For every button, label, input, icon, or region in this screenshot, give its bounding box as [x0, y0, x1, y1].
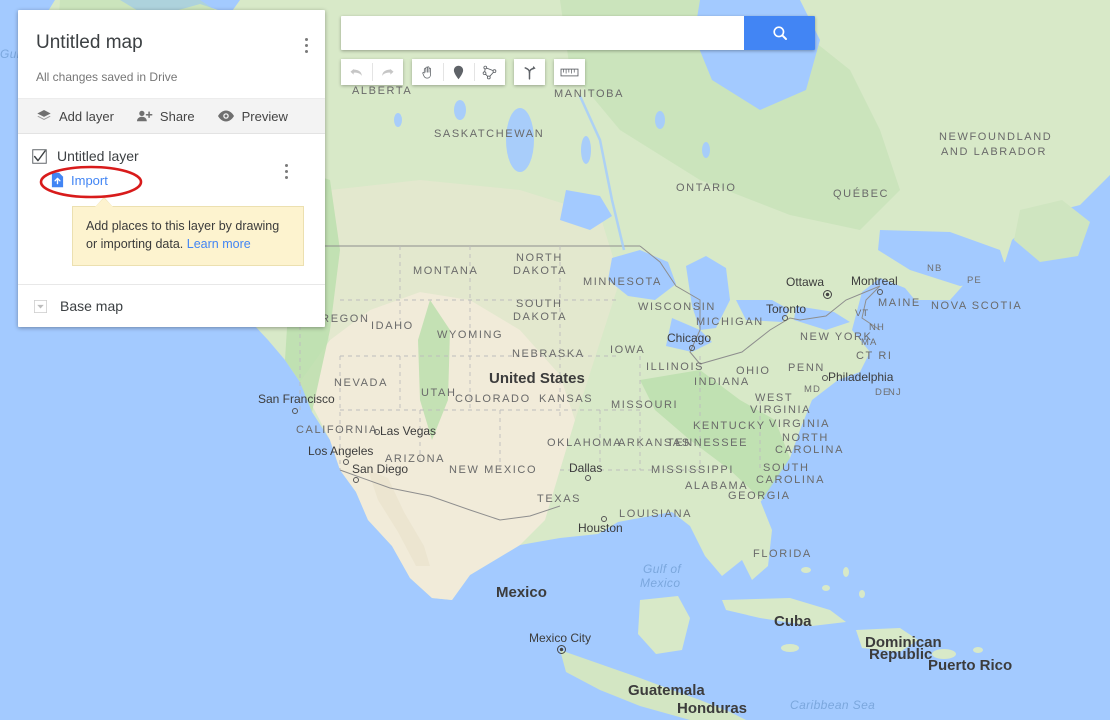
share-label: Share — [159, 108, 195, 124]
map-city-marker — [782, 315, 788, 321]
search-input[interactable] — [341, 16, 744, 50]
eye-icon — [217, 110, 234, 122]
add-marker-button[interactable] — [443, 59, 474, 85]
layer-visibility-checkbox[interactable] — [32, 148, 47, 164]
checkbox-checked-icon — [32, 148, 47, 164]
kebab-dot — [304, 37, 308, 41]
save-status: All changes saved in Drive — [36, 70, 178, 84]
draw-line-icon — [482, 65, 497, 79]
map-city-marker — [353, 477, 359, 483]
learn-more-link[interactable]: Learn more — [187, 237, 251, 251]
measure-button[interactable] — [554, 59, 585, 85]
preview-label: Preview — [241, 108, 288, 124]
kebab-dot — [304, 49, 308, 53]
map-city-marker — [374, 429, 380, 435]
kebab-dot — [284, 169, 288, 173]
map-capital-marker — [557, 645, 566, 654]
toolbar-group-edit — [412, 59, 505, 85]
toolbar-group-history — [341, 59, 403, 85]
map-city-marker — [343, 459, 349, 465]
map-city-marker — [877, 289, 883, 295]
preview-button[interactable]: Preview — [217, 108, 288, 124]
search-icon — [772, 26, 787, 40]
layers-icon — [37, 110, 51, 120]
base-map-row[interactable]: Base map — [18, 285, 325, 327]
import-link[interactable]: Import — [50, 172, 108, 188]
map-city-marker — [601, 516, 607, 522]
layer-block: Untitled layer Import Add places to this… — [18, 134, 325, 285]
map-title[interactable]: Untitled map — [36, 32, 307, 54]
draw-line-button[interactable] — [474, 59, 505, 85]
map-city-marker — [689, 345, 695, 351]
search-bar[interactable] — [341, 16, 815, 50]
redo-button[interactable] — [372, 59, 403, 85]
map-capital-marker — [823, 290, 832, 299]
marker-pin-icon — [453, 65, 464, 79]
share-button[interactable]: Share — [136, 108, 195, 124]
add-layer-label: Add layer — [59, 108, 114, 124]
panel-actions: Add layer Share Preview — [18, 98, 325, 134]
toolbar-group-directions — [514, 59, 545, 85]
map-toolbar[interactable] — [341, 59, 585, 85]
import-area: Import — [39, 165, 143, 199]
undo-button[interactable] — [341, 59, 372, 85]
person-add-icon — [136, 110, 153, 122]
my-maps-app: United States Mexico Cuba Guatemala Honduras… — [0, 0, 1110, 720]
map-city-marker — [822, 375, 828, 381]
layer-name[interactable]: Untitled layer — [57, 148, 139, 164]
base-map-label: Base map — [60, 298, 124, 314]
map-city-marker — [585, 475, 591, 481]
layer-options-menu-button[interactable] — [275, 158, 297, 184]
search-button[interactable] — [744, 16, 815, 50]
import-label: Import — [71, 172, 108, 188]
map-editor-panel: Untitled map All changes saved in Drive … — [18, 10, 325, 327]
hand-icon — [422, 65, 431, 79]
layer-row: Untitled layer — [32, 148, 307, 179]
kebab-dot — [284, 163, 288, 167]
ruler-icon — [560, 68, 579, 76]
panel-header: Untitled map All changes saved in Drive — [18, 10, 325, 98]
toolbar-group-measure — [554, 59, 585, 85]
file-upload-icon — [51, 172, 64, 188]
undo-icon — [350, 68, 362, 76]
kebab-dot — [284, 175, 288, 179]
redo-icon — [382, 68, 394, 76]
map-city-marker — [292, 408, 298, 414]
pan-hand-button[interactable] — [412, 59, 443, 85]
layer-help-tooltip: Add places to this layer by drawing or i… — [72, 197, 304, 266]
directions-icon — [524, 65, 536, 80]
kebab-dot — [304, 43, 308, 47]
chevron-down-icon — [32, 298, 48, 314]
add-directions-button[interactable] — [514, 59, 545, 85]
map-options-menu-button[interactable] — [295, 32, 317, 58]
add-layer-button[interactable]: Add layer — [36, 108, 114, 124]
